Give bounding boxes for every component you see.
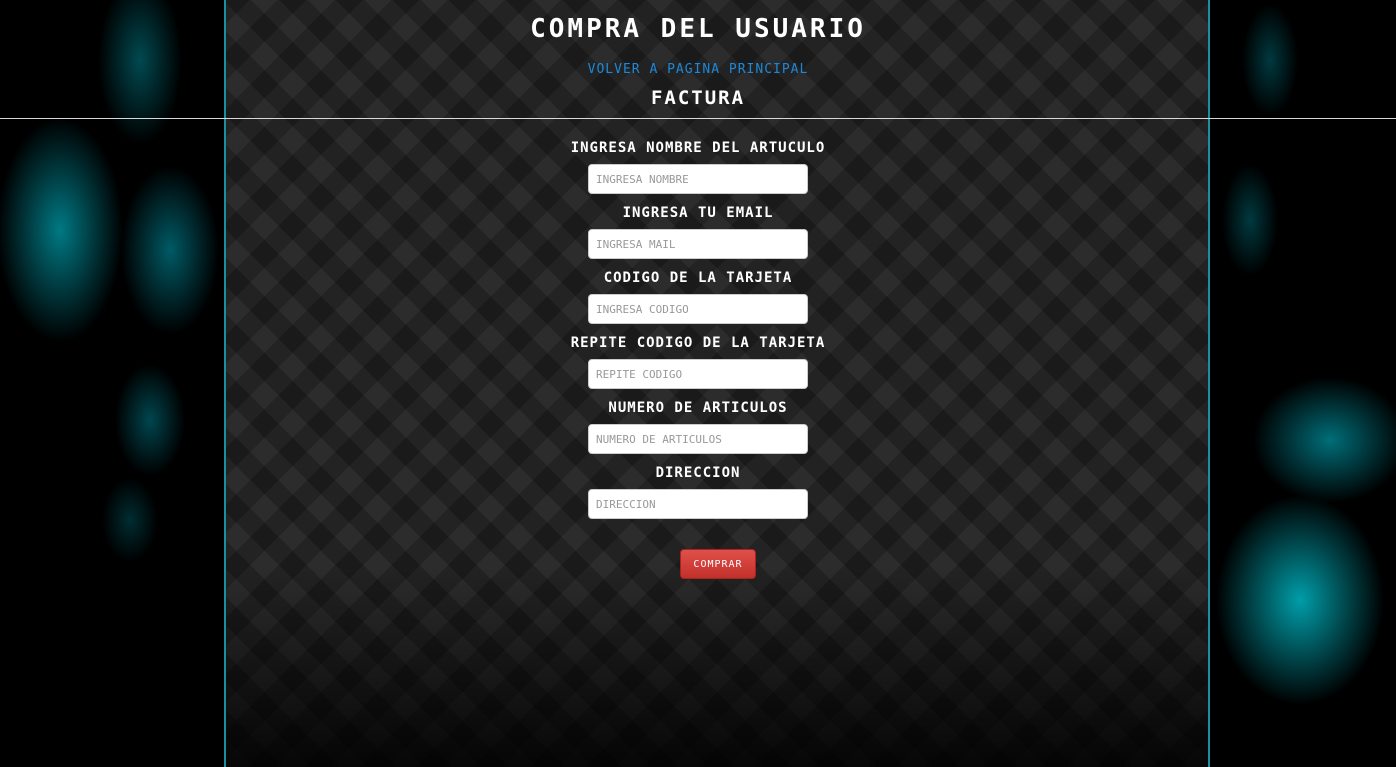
- page-header: COMPRA DEL USUARIO VOLVER A PAGINA PRINC…: [0, 0, 1396, 118]
- page-title: COMPRA DEL USUARIO: [530, 14, 866, 44]
- card-code-repeat-label: REPITE CODIGO DE LA TARJETA: [570, 335, 826, 351]
- article-count-input[interactable]: [588, 424, 808, 454]
- buy-button[interactable]: COMPRAR: [680, 549, 756, 579]
- article-count-label: NUMERO DE ARTICULOS: [608, 400, 788, 416]
- section-subtitle: FACTURA: [650, 87, 746, 109]
- article-name-label: INGRESA NOMBRE DEL ARTUCULO: [570, 140, 826, 156]
- field-address: DIRECCION: [0, 463, 1396, 528]
- address-input[interactable]: [588, 489, 808, 519]
- email-label: INGRESA TU EMAIL: [622, 205, 774, 221]
- field-article-name: INGRESA NOMBRE DEL ARTUCULO: [0, 138, 1396, 203]
- email-input[interactable]: [588, 229, 808, 259]
- card-code-input[interactable]: [588, 294, 808, 324]
- field-card-code: CODIGO DE LA TARJETA: [0, 268, 1396, 333]
- field-article-count: NUMERO DE ARTICULOS: [0, 398, 1396, 463]
- article-name-input[interactable]: [588, 164, 808, 194]
- header-divider: [0, 118, 1396, 119]
- card-code-repeat-input[interactable]: [588, 359, 808, 389]
- address-label: DIRECCION: [655, 465, 741, 481]
- back-to-home-link[interactable]: VOLVER A PAGINA PRINCIPAL: [0, 62, 1396, 77]
- field-email: INGRESA TU EMAIL: [0, 203, 1396, 268]
- field-card-code-repeat: REPITE CODIGO DE LA TARJETA: [0, 333, 1396, 398]
- card-code-label: CODIGO DE LA TARJETA: [603, 270, 793, 286]
- purchase-form: INGRESA NOMBRE DEL ARTUCULO INGRESA TU E…: [0, 138, 1396, 528]
